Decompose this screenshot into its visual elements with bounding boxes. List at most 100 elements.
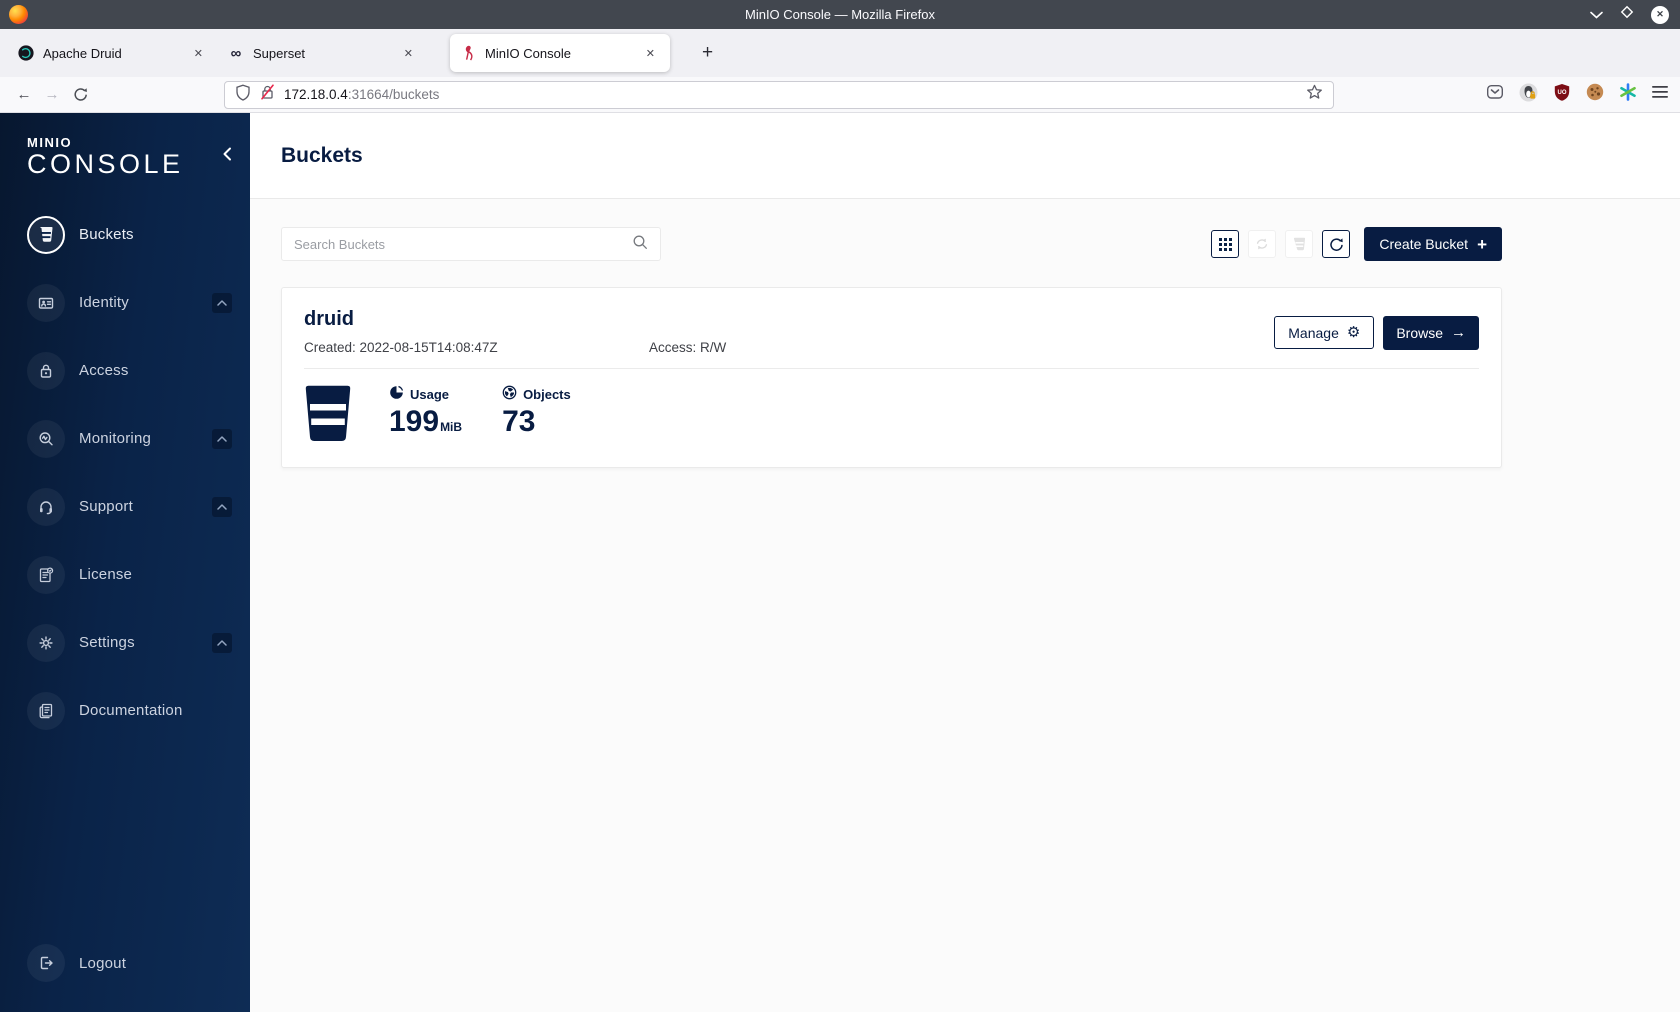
- bucket-icon: [27, 215, 65, 254]
- gear-icon: ⚙: [1346, 324, 1361, 341]
- headset-icon: [27, 487, 65, 526]
- sidebar-item-logout[interactable]: Logout: [0, 939, 250, 987]
- browse-label: Browse: [1396, 324, 1443, 341]
- asterisk-extension-icon[interactable]: [1619, 83, 1637, 106]
- window-minimize-button[interactable]: [1590, 6, 1603, 24]
- bucket-large-icon: [304, 385, 352, 447]
- card-divider: [304, 368, 1479, 369]
- sidebar-item-identity[interactable]: Identity: [0, 279, 250, 327]
- bucket-card-top: druid Created: 2022-08-15T14:08:47Z Acce…: [304, 302, 1479, 355]
- chevron-up-icon[interactable]: [212, 632, 232, 653]
- sidebar-item-access[interactable]: Access: [0, 347, 250, 395]
- sidebar-menu: Buckets Identity Access Monitoring Suppo…: [0, 211, 250, 755]
- search-icon: [632, 234, 648, 255]
- usage-label-row: Usage: [389, 385, 462, 403]
- bucket-list-toolbar: Create Bucket +: [1211, 227, 1502, 261]
- hamburger-menu-icon[interactable]: [1652, 85, 1668, 104]
- search-box: [281, 227, 661, 261]
- bookmark-star-icon[interactable]: [1306, 84, 1323, 105]
- minio-flamingo-icon: [460, 45, 476, 61]
- url-path: :31664/buckets: [347, 87, 440, 102]
- delete-buckets-button[interactable]: [1285, 230, 1314, 258]
- window-title: MinIO Console — Mozilla Firefox: [745, 7, 935, 22]
- sidebar-collapse-icon[interactable]: [222, 147, 232, 166]
- new-tab-button[interactable]: +: [694, 40, 721, 66]
- chevron-up-icon[interactable]: [212, 292, 232, 313]
- refresh-button[interactable]: [1322, 230, 1351, 258]
- main-panel: Buckets Search Buckets Create Bucket + d…: [250, 113, 1680, 1012]
- logo-line-minio: MINIO: [27, 135, 73, 150]
- sidebar-item-label: License: [79, 566, 133, 584]
- create-bucket-button[interactable]: Create Bucket +: [1364, 227, 1502, 261]
- url-bar[interactable]: 172.18.0.4:31664/buckets: [224, 80, 1334, 109]
- usage-label: Usage: [410, 386, 450, 402]
- bucket-meta: Created: 2022-08-15T14:08:47Z Access: R/…: [304, 340, 726, 355]
- bucket-access: Access: R/W: [649, 340, 727, 355]
- sidebar-item-documentation[interactable]: Documentation: [0, 687, 250, 735]
- tab-apache-druid[interactable]: Apache Druid ✕: [8, 34, 218, 72]
- grid-view-button[interactable]: [1211, 230, 1240, 258]
- firefox-logo-icon: [9, 5, 28, 24]
- bucket-card-buttons: Manage ⚙ Browse →: [1274, 310, 1479, 355]
- druid-icon: [18, 45, 34, 61]
- tab-close-icon[interactable]: ✕: [189, 44, 208, 63]
- account-avatar-icon[interactable]: [1519, 83, 1538, 107]
- page-content: Create Bucket + druid Created: 2022-08-1…: [250, 199, 1680, 468]
- usage-pie-icon: [389, 385, 404, 403]
- bucket-metrics: Usage 199MiB Objects 73: [304, 385, 1479, 447]
- back-button[interactable]: ←: [10, 81, 38, 109]
- lock-icon: [27, 351, 65, 390]
- sidebar-item-label: Buckets: [79, 226, 134, 244]
- bucket-name[interactable]: druid: [304, 308, 726, 331]
- documentation-book-icon: [27, 691, 65, 730]
- cookie-extension-icon[interactable]: [1586, 83, 1604, 106]
- sidebar-item-support[interactable]: Support: [0, 483, 250, 531]
- chevron-up-icon[interactable]: [212, 496, 232, 517]
- tracking-shield-icon[interactable]: [235, 84, 251, 106]
- ublock-origin-icon[interactable]: UO: [1553, 83, 1571, 107]
- url-host: 172.18.0.4: [284, 87, 348, 102]
- window-controls: ✕: [1590, 5, 1669, 24]
- sidebar-item-label: Support: [79, 498, 133, 516]
- pocket-save-icon[interactable]: [1486, 83, 1504, 106]
- toolbar-extensions: UO: [1486, 83, 1668, 107]
- sidebar-item-label: Settings: [79, 634, 135, 652]
- minio-logo: MINIO CONSOLE: [0, 113, 250, 180]
- sidebar-item-label: Logout: [79, 954, 127, 972]
- sidebar-item-label: Monitoring: [79, 430, 152, 448]
- arrow-right-icon: →: [1451, 324, 1466, 341]
- reload-button[interactable]: [66, 81, 94, 109]
- window-close-button[interactable]: ✕: [1651, 5, 1669, 24]
- forward-button[interactable]: →: [38, 81, 66, 109]
- bucket-created: Created: 2022-08-15T14:08:47Z: [304, 340, 498, 355]
- browser-toolbar: ← → 172.18.0.4:31664/buckets UO: [0, 77, 1680, 113]
- sidebar: MINIO CONSOLE Buckets Identity Access Mo…: [0, 113, 250, 1012]
- chevron-up-icon[interactable]: [212, 428, 232, 449]
- manage-button[interactable]: Manage ⚙: [1274, 316, 1375, 349]
- superset-icon: ∞: [230, 44, 242, 62]
- sidebar-item-license[interactable]: License: [0, 551, 250, 599]
- tab-minio-console[interactable]: MinIO Console ✕: [450, 34, 670, 72]
- usage-metric: Usage 199MiB: [389, 385, 462, 438]
- actions-row: Create Bucket +: [281, 227, 1502, 261]
- sidebar-item-label: Access: [79, 362, 129, 380]
- multi-select-button[interactable]: [1248, 230, 1277, 258]
- sidebar-item-monitoring[interactable]: Monitoring: [0, 415, 250, 463]
- tab-label: MinIO Console: [485, 45, 571, 61]
- tab-superset[interactable]: ∞ Superset ✕: [218, 34, 428, 72]
- bucket-card-druid: druid Created: 2022-08-15T14:08:47Z Acce…: [281, 287, 1502, 468]
- sidebar-item-buckets[interactable]: Buckets: [0, 211, 250, 259]
- gear-icon: [27, 623, 65, 662]
- insecure-lock-icon[interactable]: [260, 84, 275, 105]
- bucket-card-info: druid Created: 2022-08-15T14:08:47Z Acce…: [304, 302, 726, 355]
- sidebar-item-settings[interactable]: Settings: [0, 619, 250, 667]
- browse-button[interactable]: Browse →: [1383, 315, 1479, 350]
- window-maximize-button[interactable]: [1620, 5, 1634, 24]
- plus-icon: +: [1477, 234, 1487, 254]
- sidebar-item-label: Identity: [79, 294, 129, 312]
- objects-label-row: Objects: [502, 385, 571, 403]
- search-input[interactable]: [294, 236, 632, 252]
- tab-close-icon[interactable]: ✕: [399, 44, 418, 63]
- tab-close-icon[interactable]: ✕: [641, 44, 660, 63]
- page-header: Buckets: [250, 113, 1680, 199]
